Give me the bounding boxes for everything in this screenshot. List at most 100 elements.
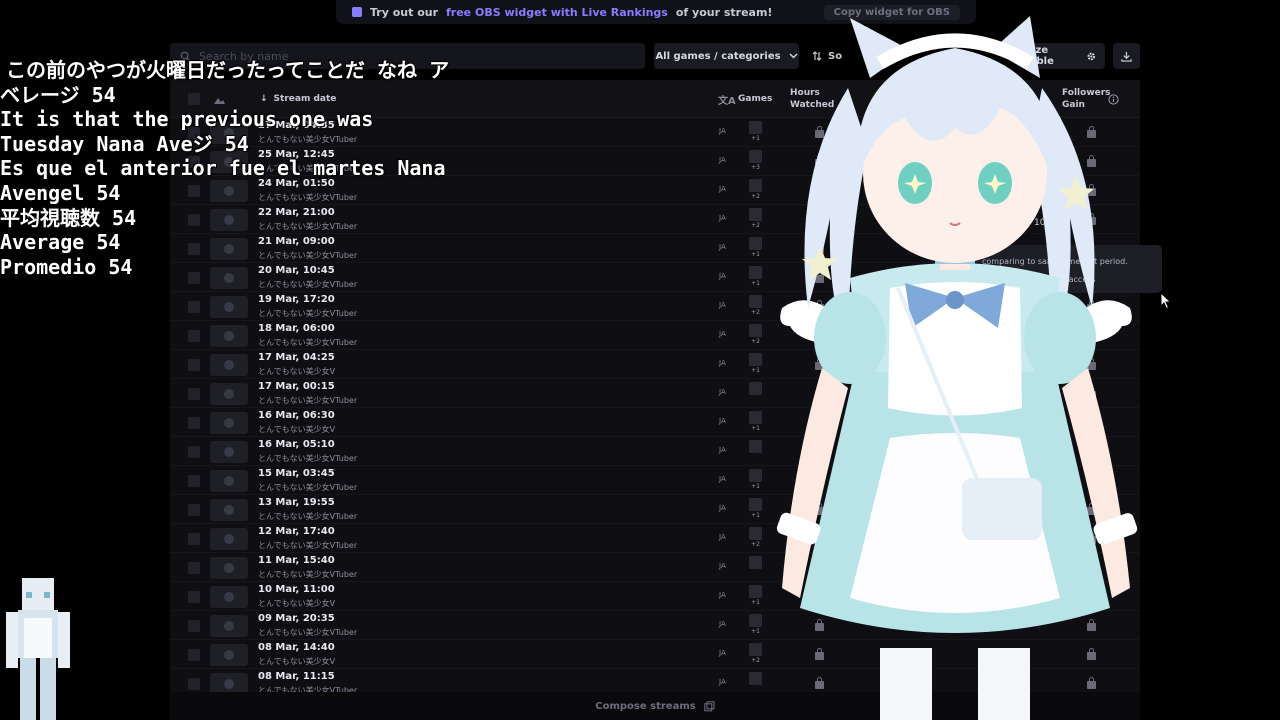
stream-title[interactable]: とんでもない美少女VTuber — [258, 685, 357, 692]
compose-streams-label: Compose streams — [595, 700, 696, 712]
stream-thumbnail[interactable] — [210, 556, 248, 579]
stream-language: JA — [719, 214, 726, 222]
caption-overlay: この前のやつが火曜日だったってことだ なね ア ベレージ 54 It is th… — [0, 58, 540, 279]
row-checkbox[interactable] — [188, 358, 200, 371]
row-thumb-cell — [210, 408, 248, 437]
row-checkbox[interactable] — [188, 532, 200, 545]
row-thumb-cell — [210, 524, 248, 553]
stream-thumbnail[interactable] — [210, 411, 248, 434]
stream-language: JA — [719, 417, 726, 425]
caption-line: Tuesday Nana Aveジ 54 — [0, 131, 249, 156]
caption-line: Avengel 54 — [0, 180, 121, 205]
caption-line: ベレージ 54 — [0, 82, 116, 107]
stream-title[interactable]: とんでもない美少女VTuber — [258, 627, 357, 638]
row-thumb-cell — [210, 321, 248, 350]
row-checkbox[interactable] — [188, 619, 200, 632]
row-thumb-cell — [210, 379, 248, 408]
banner-link[interactable]: free OBS widget with Live Rankings — [446, 6, 668, 19]
row-checkbox-cell — [188, 553, 200, 582]
row-checkbox[interactable] — [188, 474, 200, 487]
minecraft-avatar — [6, 578, 70, 720]
row-thumb-cell — [210, 640, 248, 669]
stream-thumbnail[interactable] — [210, 440, 248, 463]
stream-title[interactable]: とんでもない美少女V — [258, 366, 335, 377]
stream-title[interactable]: とんでもない美少女VTuber — [258, 453, 357, 464]
caption-line: この前のやつが火曜日だったってことだ なね ア — [6, 58, 450, 82]
row-thumb-cell — [210, 437, 248, 466]
row-checkbox[interactable] — [188, 300, 200, 313]
stream-title[interactable]: とんでもない美少女VTuber — [258, 337, 357, 348]
stream-date: 13 Mar, 19:55 — [258, 497, 335, 508]
stream-thumbnail[interactable] — [210, 672, 248, 692]
row-checkbox-cell — [188, 466, 200, 495]
row-thumb-cell — [210, 292, 248, 321]
stream-date: 09 Mar, 20:35 — [258, 613, 335, 624]
row-thumb-cell — [210, 669, 248, 692]
row-checkbox[interactable] — [188, 561, 200, 574]
row-checkbox-cell — [188, 611, 200, 640]
row-thumb-cell — [210, 350, 248, 379]
row-checkbox[interactable] — [188, 648, 200, 661]
stream-language: JA — [719, 272, 726, 280]
row-checkbox[interactable] — [188, 590, 200, 603]
stream-title[interactable]: とんでもない美少女VTuber — [258, 569, 357, 580]
caption-line: Es que el anterior fue el martes Nana — [0, 156, 446, 181]
stream-language: JA — [719, 330, 726, 338]
stream-language: JA — [719, 185, 726, 193]
row-checkbox[interactable] — [188, 329, 200, 342]
stream-title[interactable]: とんでもない美少女V — [258, 424, 335, 435]
compose-icon — [704, 700, 715, 711]
stream-language: JA — [719, 533, 726, 541]
stream-thumbnail[interactable] — [210, 469, 248, 492]
stream-thumbnail[interactable] — [210, 585, 248, 608]
stream-language: JA — [719, 591, 726, 599]
row-thumb-cell — [210, 466, 248, 495]
row-checkbox-cell — [188, 350, 200, 379]
row-checkbox[interactable] — [188, 677, 200, 690]
stream-title[interactable]: とんでもない美少女VTuber — [258, 395, 357, 406]
stream-date: 17 Mar, 04:25 — [258, 352, 335, 363]
stream-title[interactable]: とんでもない美少女V — [258, 656, 335, 667]
row-checkbox-cell — [188, 669, 200, 692]
stream-date: 18 Mar, 06:00 — [258, 323, 335, 334]
row-checkbox[interactable] — [188, 416, 200, 429]
stream-language: JA — [719, 649, 726, 657]
stream-thumbnail[interactable] — [210, 324, 248, 347]
stream-date: 16 Mar, 05:10 — [258, 439, 335, 450]
stream-title[interactable]: とんでもない美少女VTuber — [258, 279, 357, 290]
stream-title[interactable]: とんでもない美少女VTuber — [258, 511, 357, 522]
row-checkbox-cell — [188, 321, 200, 350]
stream-thumbnail[interactable] — [210, 295, 248, 318]
caption-line: Promedio 54 — [0, 254, 133, 279]
caption-line: 平均視聴数 54 — [0, 205, 137, 230]
stream-language: JA — [719, 446, 726, 454]
stream-language: JA — [719, 301, 726, 309]
stream-thumbnail[interactable] — [210, 614, 248, 637]
caption-line: It is that the previous one was — [0, 107, 374, 132]
stream-thumbnail[interactable] — [210, 643, 248, 666]
stream-title[interactable]: とんでもない美少女VTuber — [258, 482, 357, 493]
row-checkbox[interactable] — [188, 445, 200, 458]
stream-language: JA — [719, 156, 726, 164]
stream-language: JA — [719, 562, 726, 570]
banner-text-before: Try out our — [370, 5, 439, 19]
row-thumb-cell — [210, 582, 248, 611]
row-thumb-cell — [210, 553, 248, 582]
cursor-icon — [1160, 292, 1172, 310]
stream-title[interactable]: とんでもない美少女V — [258, 598, 335, 609]
stream-language: JA — [719, 475, 726, 483]
row-checkbox[interactable] — [188, 387, 200, 400]
stream-title[interactable]: とんでもない美少女VTuber — [258, 308, 357, 319]
stream-language: JA — [719, 678, 726, 686]
stream-thumbnail[interactable] — [210, 527, 248, 550]
row-thumb-cell — [210, 495, 248, 524]
row-checkbox-cell — [188, 292, 200, 321]
widget-icon — [352, 7, 362, 17]
stream-thumbnail[interactable] — [210, 353, 248, 376]
row-checkbox[interactable] — [188, 503, 200, 516]
stream-date: 08 Mar, 11:15 — [258, 671, 335, 682]
stream-thumbnail[interactable] — [210, 498, 248, 521]
row-checkbox-cell — [188, 437, 200, 466]
stream-thumbnail[interactable] — [210, 382, 248, 405]
stream-title[interactable]: とんでもない美少女VTuber — [258, 540, 357, 551]
